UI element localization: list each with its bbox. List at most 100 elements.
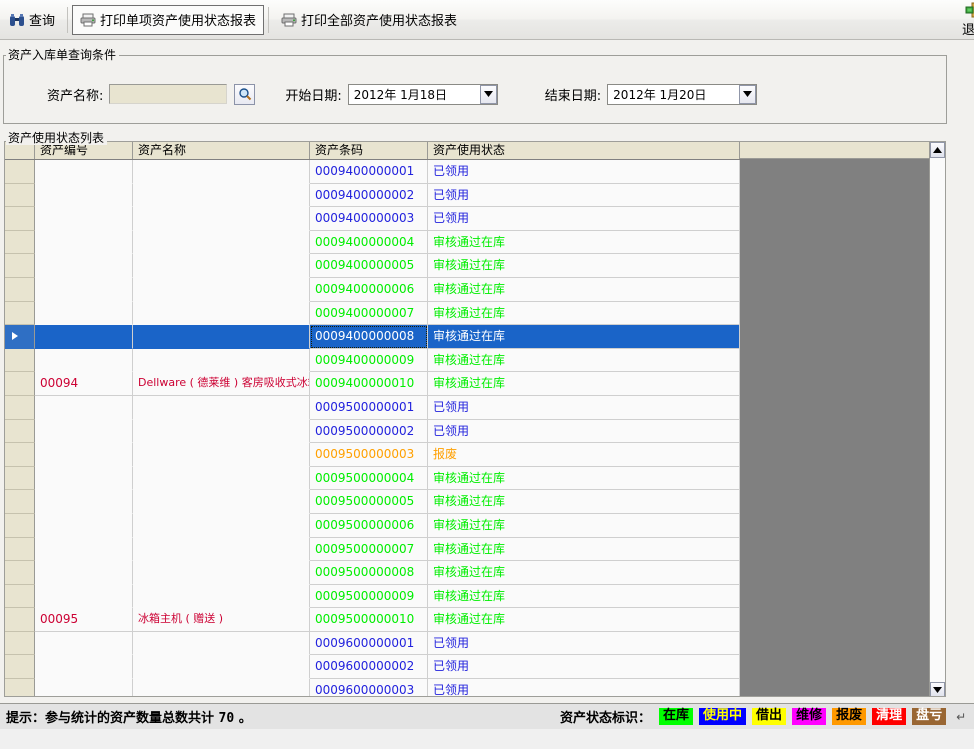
table-row[interactable]: 0009600000002 已领用 <box>5 655 945 680</box>
table-header-status[interactable]: 资产使用状态 <box>428 142 740 159</box>
row-selector-cell[interactable] <box>5 230 35 255</box>
table-row[interactable]: 0009400000007 审核通过在库 <box>5 301 945 326</box>
cell-asset-status[interactable]: 审核通过在库 <box>428 230 740 255</box>
cell-asset-status[interactable]: 已领用 <box>428 679 740 696</box>
cell-asset-name[interactable] <box>133 183 310 208</box>
cell-asset-name[interactable]: Dellware ( 德莱维 ) 客房吸收式冰箱 <box>133 372 310 396</box>
row-selector-cell[interactable] <box>5 160 35 184</box>
row-selector-cell[interactable] <box>5 254 35 278</box>
cell-asset-name[interactable] <box>133 679 310 696</box>
table-row[interactable]: 0009500000002 已领用 <box>5 419 945 444</box>
cell-asset-name[interactable] <box>133 419 310 444</box>
cell-asset-name[interactable] <box>133 584 310 609</box>
cell-asset-status[interactable]: 已领用 <box>428 160 740 184</box>
cell-asset-status[interactable]: 审核通过在库 <box>428 584 740 609</box>
cell-asset-name[interactable] <box>133 466 310 491</box>
cell-asset-name[interactable] <box>133 325 310 349</box>
cell-asset-barcode[interactable]: 0009600000003 <box>310 679 428 696</box>
cell-asset-status[interactable]: 审核通过在库 <box>428 254 740 278</box>
cell-asset-status[interactable]: 已领用 <box>428 419 740 444</box>
cell-asset-barcode[interactable]: 0009400000005 <box>310 254 428 278</box>
row-selector-cell[interactable] <box>5 395 35 420</box>
cell-asset-barcode[interactable]: 0009400000008 <box>310 325 428 349</box>
cell-asset-status[interactable]: 报废 <box>428 443 740 467</box>
cell-asset-code[interactable] <box>35 537 133 562</box>
table-header-barcode[interactable]: 资产条码 <box>310 142 428 159</box>
table-row[interactable]: 0009600000001 已领用 <box>5 631 945 656</box>
table-row[interactable]: 0009400000003 已领用 <box>5 207 945 231</box>
asset-status-table[interactable]: 资产编号 资产名称 资产条码 资产使用状态 0009400000001 已领用 00… <box>4 141 946 697</box>
cell-asset-code[interactable] <box>35 160 133 184</box>
cell-asset-code[interactable]: 00094 <box>35 372 133 396</box>
cell-asset-status[interactable]: 已领用 <box>428 395 740 420</box>
cell-asset-status[interactable]: 审核通过在库 <box>428 348 740 373</box>
cell-asset-name[interactable] <box>133 631 310 656</box>
cell-asset-status[interactable]: 已领用 <box>428 183 740 208</box>
chevron-down-icon[interactable] <box>930 682 945 696</box>
asset-name-search-button[interactable] <box>234 83 256 105</box>
cell-asset-code[interactable] <box>35 443 133 467</box>
cell-asset-status[interactable]: 审核通过在库 <box>428 537 740 562</box>
cell-asset-status[interactable]: 审核通过在库 <box>428 277 740 302</box>
toolbar-button-exit[interactable]: 退出 <box>962 1 974 39</box>
table-row[interactable]: 0009500000003 报废 <box>5 443 945 467</box>
cell-asset-name[interactable] <box>133 395 310 420</box>
vertical-scrollbar[interactable] <box>929 142 945 696</box>
table-row[interactable]: 0009600000003 已领用 <box>5 679 945 696</box>
row-selector-cell[interactable] <box>5 301 35 326</box>
cell-asset-code[interactable] <box>35 183 133 208</box>
cell-asset-code[interactable] <box>35 277 133 302</box>
table-row[interactable]: 0009500000007 审核通过在库 <box>5 537 945 562</box>
table-row[interactable]: 0009500000001 已领用 <box>5 395 945 420</box>
cell-asset-name[interactable] <box>133 348 310 373</box>
cell-asset-name[interactable] <box>133 160 310 184</box>
row-selector-cell[interactable] <box>5 443 35 467</box>
cell-asset-code[interactable] <box>35 395 133 420</box>
row-selector-cell[interactable] <box>5 631 35 656</box>
cell-asset-name[interactable] <box>133 443 310 467</box>
row-selector-cell[interactable] <box>5 419 35 444</box>
cell-asset-barcode[interactable]: 0009500000003 <box>310 443 428 467</box>
cell-asset-status[interactable]: 审核通过在库 <box>428 301 740 326</box>
cell-asset-barcode[interactable]: 0009400000001 <box>310 160 428 184</box>
table-row[interactable]: 0009500000009 审核通过在库 <box>5 584 945 609</box>
cell-asset-code[interactable] <box>35 561 133 585</box>
row-selector-cell[interactable] <box>5 183 35 208</box>
cell-asset-barcode[interactable]: 0009400000002 <box>310 183 428 208</box>
table-row[interactable]: 0009500000004 审核通过在库 <box>5 466 945 491</box>
table-row[interactable]: 0009400000006 审核通过在库 <box>5 277 945 302</box>
scrollbar-track[interactable] <box>930 158 945 682</box>
cell-asset-barcode[interactable]: 0009600000001 <box>310 631 428 656</box>
table-row[interactable]: 00095 冰箱主机 ( 赠送 ) 0009500000010 审核通过在库 <box>5 608 945 632</box>
table-row[interactable]: 0009500000006 审核通过在库 <box>5 513 945 538</box>
cell-asset-code[interactable] <box>35 631 133 656</box>
cell-asset-status[interactable]: 审核通过在库 <box>428 513 740 538</box>
cell-asset-barcode[interactable]: 0009400000009 <box>310 348 428 373</box>
cell-asset-barcode[interactable]: 0009400000004 <box>310 230 428 255</box>
cell-asset-name[interactable] <box>133 490 310 514</box>
cell-asset-barcode[interactable]: 0009500000010 <box>310 608 428 632</box>
cell-asset-barcode[interactable]: 0009600000002 <box>310 655 428 680</box>
cell-asset-name[interactable] <box>133 655 310 680</box>
cell-asset-barcode[interactable]: 0009500000004 <box>310 466 428 491</box>
cell-asset-barcode[interactable]: 0009500000006 <box>310 513 428 538</box>
row-selector-cell[interactable] <box>5 325 35 349</box>
chevron-up-icon[interactable] <box>930 142 945 158</box>
cell-asset-barcode[interactable]: 0009500000009 <box>310 584 428 609</box>
cell-asset-name[interactable] <box>133 537 310 562</box>
row-selector-cell[interactable] <box>5 561 35 585</box>
cell-asset-name[interactable] <box>133 230 310 255</box>
cell-asset-barcode[interactable]: 0009500000008 <box>310 561 428 585</box>
row-selector-cell[interactable] <box>5 466 35 491</box>
table-row[interactable]: 0009500000005 审核通过在库 <box>5 490 945 514</box>
cell-asset-status[interactable]: 审核通过在库 <box>428 561 740 585</box>
cell-asset-name[interactable] <box>133 254 310 278</box>
cell-asset-barcode[interactable]: 0009500000002 <box>310 419 428 444</box>
cell-asset-code[interactable]: 00095 <box>35 608 133 632</box>
end-date-picker[interactable]: 2012年 1月20日 <box>607 83 758 105</box>
cell-asset-name[interactable] <box>133 513 310 538</box>
row-selector-cell[interactable] <box>5 513 35 538</box>
cell-asset-code[interactable] <box>35 254 133 278</box>
toolbar-button-print-single[interactable]: 打印单项资产使用状态报表 <box>72 4 265 35</box>
cell-asset-status[interactable]: 审核通过在库 <box>428 490 740 514</box>
